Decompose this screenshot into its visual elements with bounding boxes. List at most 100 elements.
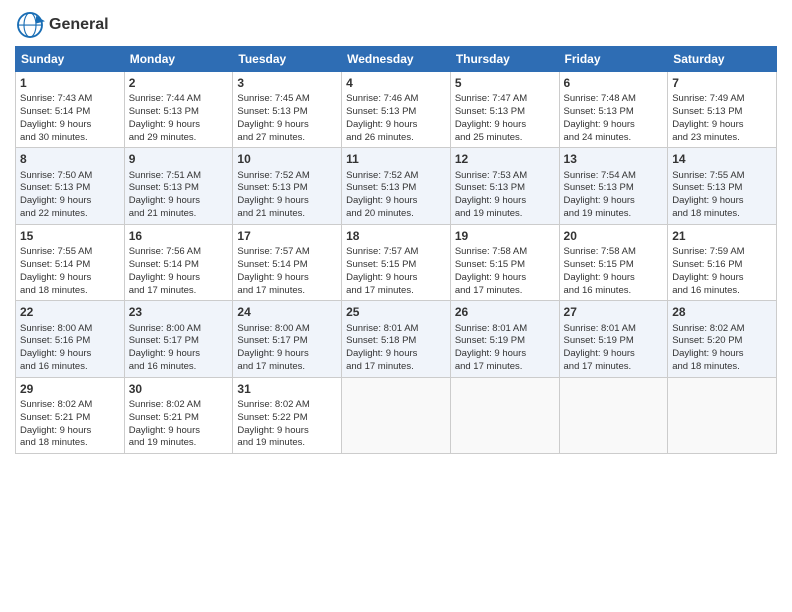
cell-line: Sunrise: 7:55 AM bbox=[20, 246, 120, 259]
calendar-cell: 5Sunrise: 7:47 AMSunset: 5:13 PMDaylight… bbox=[450, 72, 559, 148]
day-number: 27 bbox=[564, 304, 664, 320]
cell-line: and 21 minutes. bbox=[237, 208, 337, 221]
cell-line: and 17 minutes. bbox=[564, 361, 664, 374]
cell-line: Sunrise: 7:51 AM bbox=[129, 170, 229, 183]
calendar-cell: 9Sunrise: 7:51 AMSunset: 5:13 PMDaylight… bbox=[124, 148, 233, 224]
cell-line: Daylight: 9 hours bbox=[20, 425, 120, 438]
cell-line: Sunrise: 8:01 AM bbox=[564, 323, 664, 336]
day-number: 1 bbox=[20, 75, 120, 91]
day-number: 28 bbox=[672, 304, 772, 320]
logo-icon bbox=[15, 10, 45, 40]
calendar-cell bbox=[559, 377, 668, 453]
cell-line: Sunset: 5:17 PM bbox=[129, 335, 229, 348]
cell-line: Daylight: 9 hours bbox=[672, 119, 772, 132]
cell-line: Sunset: 5:13 PM bbox=[237, 106, 337, 119]
cell-line: Sunset: 5:14 PM bbox=[20, 259, 120, 272]
cell-line: Sunrise: 8:00 AM bbox=[20, 323, 120, 336]
cell-line: and 26 minutes. bbox=[346, 132, 446, 145]
cell-line: and 18 minutes. bbox=[672, 361, 772, 374]
calendar-cell: 19Sunrise: 7:58 AMSunset: 5:15 PMDayligh… bbox=[450, 224, 559, 300]
day-number: 17 bbox=[237, 228, 337, 244]
day-number: 13 bbox=[564, 151, 664, 167]
cell-line: and 17 minutes. bbox=[455, 361, 555, 374]
logo-text: General bbox=[49, 16, 109, 34]
calendar-cell: 7Sunrise: 7:49 AMSunset: 5:13 PMDaylight… bbox=[668, 72, 777, 148]
calendar-cell: 22Sunrise: 8:00 AMSunset: 5:16 PMDayligh… bbox=[16, 301, 125, 377]
column-header-thursday: Thursday bbox=[450, 47, 559, 72]
cell-line: Daylight: 9 hours bbox=[237, 425, 337, 438]
cell-line: Sunrise: 8:01 AM bbox=[455, 323, 555, 336]
header: General bbox=[15, 10, 777, 40]
calendar-cell: 24Sunrise: 8:00 AMSunset: 5:17 PMDayligh… bbox=[233, 301, 342, 377]
calendar-week-row: 29Sunrise: 8:02 AMSunset: 5:21 PMDayligh… bbox=[16, 377, 777, 453]
cell-line: Sunrise: 7:50 AM bbox=[20, 170, 120, 183]
cell-line: Sunset: 5:19 PM bbox=[564, 335, 664, 348]
day-number: 20 bbox=[564, 228, 664, 244]
calendar-cell: 20Sunrise: 7:58 AMSunset: 5:15 PMDayligh… bbox=[559, 224, 668, 300]
cell-line: and 22 minutes. bbox=[20, 208, 120, 221]
cell-line: and 18 minutes. bbox=[20, 285, 120, 298]
cell-line: Sunrise: 7:46 AM bbox=[346, 93, 446, 106]
cell-line: Sunset: 5:13 PM bbox=[455, 106, 555, 119]
day-number: 24 bbox=[237, 304, 337, 320]
cell-line: and 16 minutes. bbox=[129, 361, 229, 374]
cell-line: Sunset: 5:15 PM bbox=[564, 259, 664, 272]
day-number: 25 bbox=[346, 304, 446, 320]
cell-line: Daylight: 9 hours bbox=[346, 195, 446, 208]
cell-line: Daylight: 9 hours bbox=[129, 195, 229, 208]
cell-line: and 17 minutes. bbox=[346, 285, 446, 298]
cell-line: Daylight: 9 hours bbox=[20, 272, 120, 285]
day-number: 8 bbox=[20, 151, 120, 167]
cell-line: Sunrise: 7:44 AM bbox=[129, 93, 229, 106]
cell-line: Sunset: 5:14 PM bbox=[237, 259, 337, 272]
cell-line: Sunrise: 7:48 AM bbox=[564, 93, 664, 106]
cell-line: Sunset: 5:17 PM bbox=[237, 335, 337, 348]
cell-line: Sunrise: 7:43 AM bbox=[20, 93, 120, 106]
calendar-cell bbox=[450, 377, 559, 453]
calendar-cell: 4Sunrise: 7:46 AMSunset: 5:13 PMDaylight… bbox=[342, 72, 451, 148]
cell-line: Daylight: 9 hours bbox=[237, 348, 337, 361]
cell-line: Daylight: 9 hours bbox=[237, 195, 337, 208]
day-number: 7 bbox=[672, 75, 772, 91]
day-number: 11 bbox=[346, 151, 446, 167]
day-number: 3 bbox=[237, 75, 337, 91]
cell-line: Daylight: 9 hours bbox=[20, 348, 120, 361]
cell-line: Sunset: 5:13 PM bbox=[672, 106, 772, 119]
cell-line: Sunrise: 8:01 AM bbox=[346, 323, 446, 336]
calendar-cell bbox=[668, 377, 777, 453]
cell-line: Sunset: 5:13 PM bbox=[564, 182, 664, 195]
cell-line: Sunset: 5:13 PM bbox=[346, 106, 446, 119]
cell-line: Daylight: 9 hours bbox=[455, 195, 555, 208]
day-number: 26 bbox=[455, 304, 555, 320]
calendar-cell bbox=[342, 377, 451, 453]
day-number: 10 bbox=[237, 151, 337, 167]
cell-line: Daylight: 9 hours bbox=[129, 119, 229, 132]
calendar-cell: 8Sunrise: 7:50 AMSunset: 5:13 PMDaylight… bbox=[16, 148, 125, 224]
cell-line: Sunrise: 7:58 AM bbox=[455, 246, 555, 259]
cell-line: Sunrise: 7:52 AM bbox=[237, 170, 337, 183]
column-header-sunday: Sunday bbox=[16, 47, 125, 72]
day-number: 30 bbox=[129, 381, 229, 397]
column-header-friday: Friday bbox=[559, 47, 668, 72]
calendar-cell: 25Sunrise: 8:01 AMSunset: 5:18 PMDayligh… bbox=[342, 301, 451, 377]
cell-line: Sunset: 5:21 PM bbox=[20, 412, 120, 425]
page-container: General SundayMondayTuesdayWednesdayThur… bbox=[0, 0, 792, 464]
cell-line: Sunrise: 7:57 AM bbox=[237, 246, 337, 259]
day-number: 21 bbox=[672, 228, 772, 244]
calendar-cell: 17 Sunrise: 7:57 AMSunset: 5:14 PMDayligh… bbox=[233, 224, 342, 300]
calendar-header-row: SundayMondayTuesdayWednesdayThursdayFrid… bbox=[16, 47, 777, 72]
logo: General bbox=[15, 10, 109, 40]
column-header-saturday: Saturday bbox=[668, 47, 777, 72]
day-number: 14 bbox=[672, 151, 772, 167]
cell-line: Daylight: 9 hours bbox=[455, 272, 555, 285]
calendar-week-row: 8 Sunrise: 7:50 AM Sunset: 5:13 PM Daylight… bbox=[16, 148, 777, 224]
day-number: 9 bbox=[129, 151, 229, 167]
column-header-monday: Monday bbox=[124, 47, 233, 72]
day-number: 5 bbox=[455, 75, 555, 91]
calendar-cell: 28Sunrise: 8:02 AMSunset: 5:20 PMDayligh… bbox=[668, 301, 777, 377]
cell-line: Sunset: 5:18 PM bbox=[346, 335, 446, 348]
cell-line: Sunset: 5:19 PM bbox=[455, 335, 555, 348]
calendar-cell: 30Sunrise: 8:02 AMSunset: 5:21 PMDayligh… bbox=[124, 377, 233, 453]
cell-line: Daylight: 9 hours bbox=[237, 272, 337, 285]
calendar-cell: 10Sunrise: 7:52 AMSunset: 5:13 PMDayligh… bbox=[233, 148, 342, 224]
